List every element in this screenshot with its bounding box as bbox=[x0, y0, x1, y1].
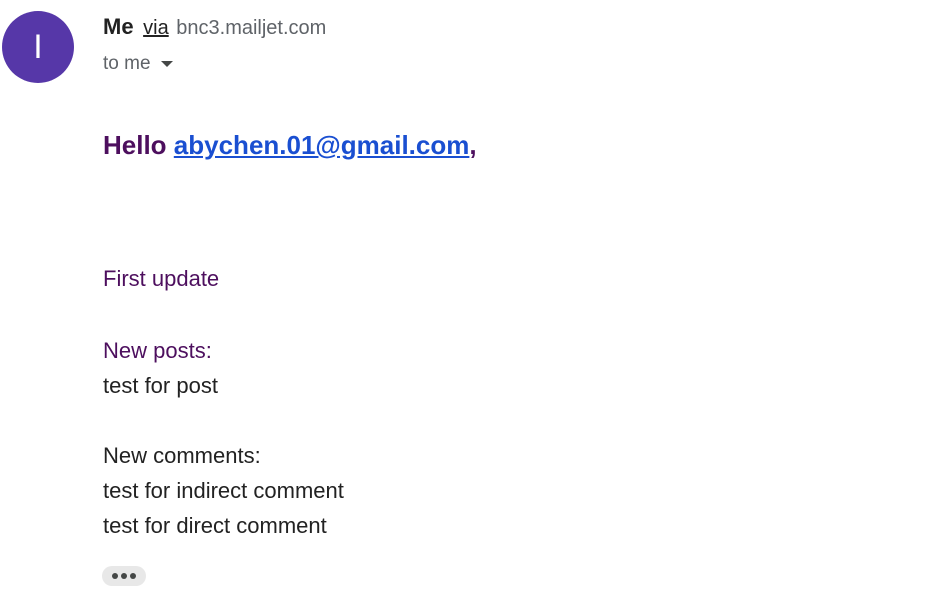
chevron-down-icon[interactable] bbox=[160, 61, 173, 67]
greeting: Hello abychen.01@gmail.com, bbox=[103, 130, 477, 161]
sender-name[interactable]: Me bbox=[103, 14, 134, 39]
comments-heading: New comments: bbox=[103, 443, 261, 468]
ellipsis-dot bbox=[121, 573, 127, 579]
recipient-details-toggle[interactable]: to me bbox=[103, 53, 173, 75]
comment-item: test for direct comment bbox=[103, 513, 327, 538]
avatar[interactable]: I bbox=[2, 11, 74, 83]
via-link[interactable]: via bbox=[143, 17, 169, 39]
sender-domain: bnc3.mailjet.com bbox=[176, 17, 327, 39]
post-item: test for post bbox=[103, 373, 218, 398]
greeting-email-link[interactable]: abychen.01@gmail.com bbox=[174, 130, 470, 160]
update-title: First update bbox=[103, 266, 220, 291]
posts-heading: New posts: bbox=[103, 338, 212, 363]
recipient-label: to me bbox=[103, 53, 151, 74]
greeting-suffix: , bbox=[469, 130, 477, 160]
ellipsis-dot bbox=[130, 573, 136, 579]
email-message: I Me via bnc3.mailjet.com to me Hello ab… bbox=[0, 0, 932, 606]
comment-item: test for indirect comment bbox=[103, 478, 344, 503]
sender-line: Me via bnc3.mailjet.com bbox=[103, 14, 326, 40]
ellipsis-icon bbox=[112, 573, 118, 579]
avatar-letter: I bbox=[33, 27, 43, 66]
show-trimmed-content-button[interactable] bbox=[102, 566, 146, 586]
greeting-prefix: Hello bbox=[103, 130, 174, 160]
